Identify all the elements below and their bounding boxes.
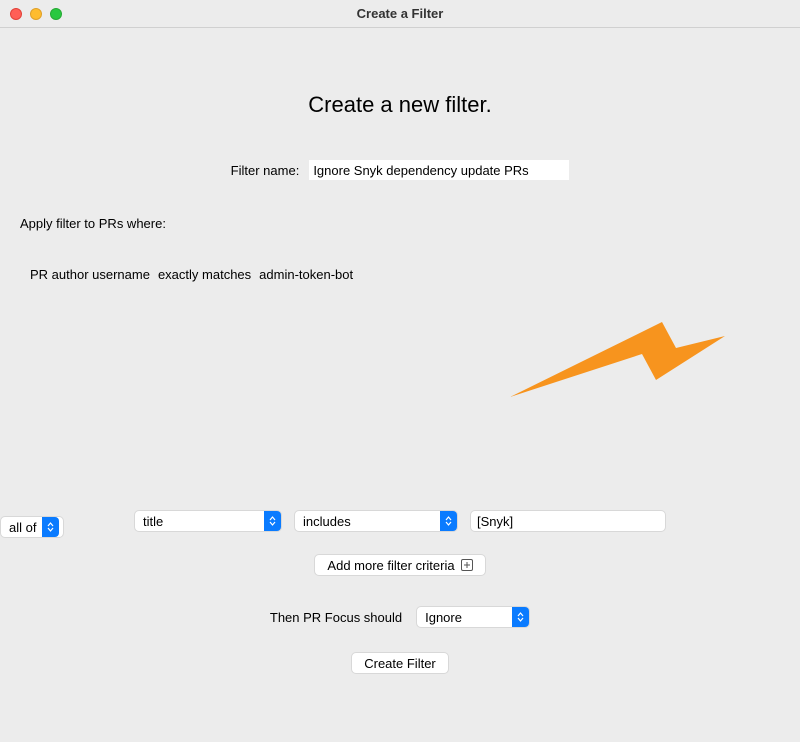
- add-criteria-row: Add more filter criteria: [20, 554, 780, 576]
- updown-icon: [264, 511, 281, 531]
- condition-field: PR author username: [30, 267, 150, 282]
- window-title: Create a Filter: [357, 6, 444, 21]
- content: Create a new filter. Filter name: Apply …: [0, 92, 800, 742]
- action-select[interactable]: Ignore: [416, 606, 530, 628]
- updown-icon: [512, 607, 529, 627]
- window: Create a Filter Create a new filter. Fil…: [0, 0, 800, 678]
- minimize-window-button[interactable]: [30, 8, 42, 20]
- criteria-row: title includes: [20, 510, 780, 532]
- condition-row: PR author username exactly matches admin…: [30, 267, 780, 282]
- add-criteria-label: Add more filter criteria: [327, 558, 454, 573]
- traffic-lights: [10, 8, 62, 20]
- maximize-window-button[interactable]: [50, 8, 62, 20]
- close-window-button[interactable]: [10, 8, 22, 20]
- create-row: Create Filter: [20, 652, 780, 674]
- action-select-value: Ignore: [425, 610, 512, 625]
- updown-icon: [440, 511, 457, 531]
- filter-name-label: Filter name:: [231, 163, 300, 178]
- updown-icon: [42, 517, 59, 537]
- condition-operator: exactly matches: [158, 267, 251, 282]
- criteria-field-select[interactable]: title: [134, 510, 282, 532]
- criteria-operator-select[interactable]: includes: [294, 510, 458, 532]
- action-label: Then PR Focus should: [270, 610, 402, 625]
- action-row: Then PR Focus should Ignore: [20, 606, 780, 628]
- plus-icon: [461, 559, 473, 571]
- create-filter-label: Create Filter: [364, 656, 436, 671]
- titlebar: Create a Filter: [0, 0, 800, 28]
- filter-name-row: Filter name:: [20, 160, 780, 180]
- combiner-select-value: all of: [9, 520, 42, 535]
- criteria-field-value: title: [143, 514, 264, 529]
- filter-name-input[interactable]: [309, 160, 569, 180]
- arrow-annotation: [510, 312, 730, 412]
- criteria-value-input[interactable]: [470, 510, 666, 532]
- condition-value: admin-token-bot: [259, 267, 353, 282]
- criteria-operator-value: includes: [303, 514, 440, 529]
- apply-filter-label: Apply filter to PRs where:: [20, 216, 780, 231]
- add-criteria-button[interactable]: Add more filter criteria: [314, 554, 485, 576]
- page-heading: Create a new filter.: [20, 92, 780, 118]
- combiner-select[interactable]: all of: [0, 516, 64, 538]
- create-filter-button[interactable]: Create Filter: [351, 652, 449, 674]
